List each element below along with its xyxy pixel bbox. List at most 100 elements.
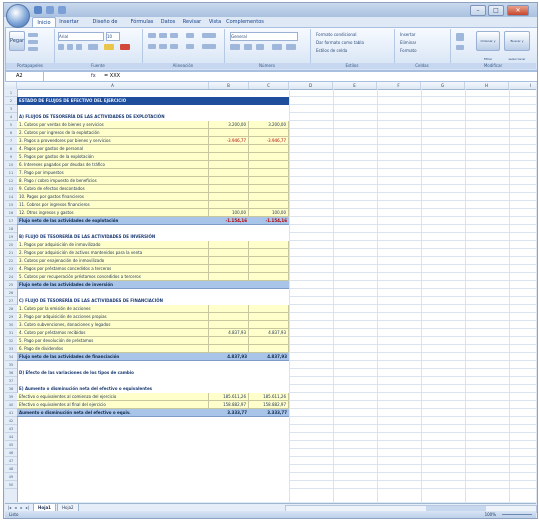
row-header[interactable]: 35 [5,361,17,369]
value-cell[interactable]: 4.837,93 [249,329,289,337]
row-header[interactable]: 20 [5,241,17,249]
value-cell[interactable]: 158.882,97 [249,401,289,409]
maximize-button[interactable]: □ [488,5,504,16]
value-cell[interactable] [249,161,289,169]
row-header[interactable]: 28 [5,305,17,313]
zoom-level[interactable]: 100% [485,511,496,518]
value-cell[interactable] [209,361,249,369]
row-label-cell[interactable]: 3. Cobro subvenciones, donaciones y lega… [17,321,209,329]
row-header[interactable]: 4 [5,113,17,121]
value-cell[interactable] [209,193,249,201]
row-label-cell[interactable]: 8. Pago / cobro impuesto de beneficios [17,177,209,185]
row-header[interactable]: 29 [5,313,17,321]
redo-icon[interactable] [58,6,66,14]
value-cell[interactable]: -3.946,77 [209,137,249,145]
prev-sheet-icon[interactable]: ◂ [13,505,18,510]
save-icon[interactable] [34,6,42,14]
value-cell[interactable] [249,297,289,305]
row-label-cell[interactable]: Efectivo o equivalentes al comienzo del … [17,393,209,401]
merge-center-icon[interactable] [202,44,216,49]
value-cell[interactable] [249,265,289,273]
row-label-cell[interactable]: 1. Cobros por ventas de bienes y servici… [17,121,209,129]
value-cell[interactable] [249,257,289,265]
row-header[interactable]: 38 [5,385,17,393]
value-cell[interactable] [249,89,289,97]
row-label-cell[interactable]: Flujo neto de las actividades de financi… [17,353,209,361]
value-cell[interactable]: 185.611,26 [249,393,289,401]
row-label-cell[interactable]: 4. Pagos por préstamos concedidos a terc… [17,265,209,273]
value-cell[interactable] [209,377,249,385]
ribbon-tab[interactable]: Fórmulas [128,17,156,27]
row-label-cell[interactable]: 3. Pagos a proveedores por bienes y serv… [17,137,209,145]
number-format-select[interactable]: General [230,32,298,41]
row-label-cell[interactable]: 11. Cobros por ingresos financieros [17,201,209,209]
value-cell[interactable] [209,337,249,345]
align-bottom-icon[interactable] [170,33,178,38]
value-cell[interactable] [249,321,289,329]
orientation-icon[interactable] [186,33,194,38]
value-cell[interactable] [209,89,249,97]
row-header[interactable]: 14 [5,193,17,201]
row-label-cell[interactable]: 12. Otros ingresos y gastos [17,209,209,217]
align-right-icon[interactable] [170,44,178,49]
align-center-icon[interactable] [159,44,167,49]
value-cell[interactable] [249,233,289,241]
row-header[interactable]: 22 [5,257,17,265]
close-button[interactable]: ✕ [507,5,529,16]
value-cell[interactable] [209,201,249,209]
value-cell[interactable]: 4.837,93 [209,353,249,361]
value-cell[interactable] [209,345,249,353]
value-cell[interactable] [249,153,289,161]
ribbon-tab[interactable]: Datos [158,17,178,27]
column-header[interactable]: E [333,82,377,89]
row-label-cell[interactable]: Flujo neto de las actividades de inversi… [17,281,209,289]
row-header[interactable]: 19 [5,233,17,241]
row-header[interactable]: 7 [5,137,17,145]
ribbon-tab[interactable]: Vista [206,17,224,27]
worksheet[interactable]: ABCDEFGHIJ 12345678910111213141516171819… [5,82,536,502]
value-cell[interactable] [249,313,289,321]
value-cell[interactable] [209,257,249,265]
value-cell[interactable] [209,369,249,377]
column-header[interactable]: B [209,82,249,89]
value-cell[interactable] [249,337,289,345]
column-header[interactable]: D [289,82,333,89]
autosum-icon[interactable] [456,33,464,41]
row-header[interactable]: 36 [5,369,17,377]
value-cell[interactable] [209,321,249,329]
value-cell[interactable]: 3.200,00 [249,121,289,129]
value-cell[interactable] [209,281,249,289]
find-select-button[interactable]: Buscar y seleccionar [504,31,530,61]
value-cell[interactable] [209,145,249,153]
row-header[interactable]: 17 [5,217,17,225]
row-label-cell[interactable]: 1. Cobro por la emisión de acciones [17,305,209,313]
value-cell[interactable] [249,113,289,121]
row-label-cell[interactable]: Flujo neto de las actividades de explota… [17,217,209,225]
value-cell[interactable] [209,289,249,297]
ribbon-tab[interactable]: Diseño de página [84,17,126,35]
row-header[interactable]: 5 [5,121,17,129]
row-label-cell[interactable] [17,105,209,113]
value-cell[interactable] [209,129,249,137]
row-header[interactable]: 45 [5,441,17,449]
value-cell[interactable] [249,289,289,297]
value-cell[interactable] [209,241,249,249]
row-label-cell[interactable]: 2. Pagos por adquisición de activos mant… [17,249,209,257]
row-header[interactable]: 46 [5,449,17,457]
column-header[interactable]: H [465,82,509,89]
row-header[interactable]: 37 [5,377,17,385]
row-header[interactable]: 25 [5,281,17,289]
row-header[interactable]: 12 [5,177,17,185]
value-cell[interactable] [249,185,289,193]
value-cell[interactable] [209,105,249,113]
value-cell[interactable] [209,225,249,233]
value-cell[interactable]: 4.837,93 [249,353,289,361]
currency-icon[interactable] [230,44,240,50]
row-header[interactable]: 42 [5,417,17,425]
font-name-select[interactable]: Arial [58,32,104,41]
row-header[interactable]: 31 [5,329,17,337]
row-label-cell[interactable]: 9. Cobro de efectos descontados [17,185,209,193]
row-header[interactable]: 48 [5,465,17,473]
value-cell[interactable] [209,385,249,393]
cell-styles-button[interactable]: Estilos de celda [316,48,347,53]
